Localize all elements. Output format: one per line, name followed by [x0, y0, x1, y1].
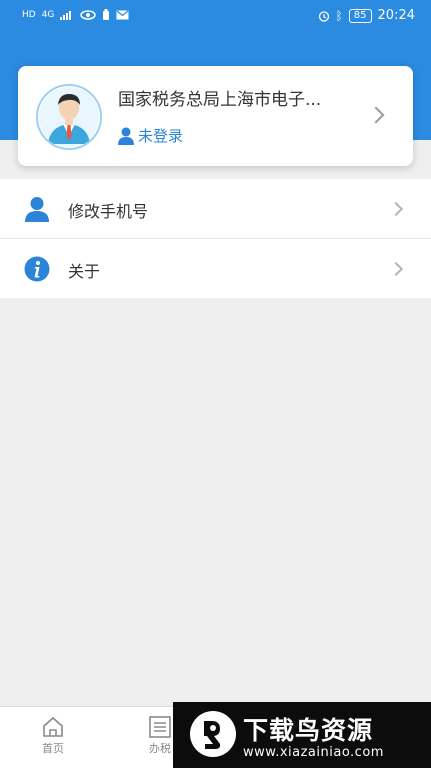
user-icon — [25, 197, 49, 222]
battery-level: 85 — [348, 8, 372, 23]
avatar — [36, 84, 102, 150]
nav-label: 办税 — [149, 742, 171, 755]
eye-icon — [80, 10, 97, 20]
nav-label: 首页 — [42, 742, 64, 755]
watermark-title: 下载鸟资源 — [243, 716, 374, 745]
list-icon — [149, 716, 171, 738]
login-status-label: 未登录 — [138, 127, 184, 145]
nav-tab-home[interactable]: 首页 — [23, 715, 83, 763]
person-avatar-icon — [39, 87, 99, 147]
menu-item-about[interactable]: 关于 — [0, 239, 431, 298]
watermark-banner: 下载鸟资源 www.xiazainiao.com — [173, 702, 431, 768]
status-indicators: HD 4G — [22, 9, 129, 21]
battery-mini-icon — [103, 9, 110, 20]
bird-logo-icon — [204, 721, 221, 749]
status-time: 20:24 — [377, 8, 415, 23]
menu-item-label: 修改手机号 — [68, 202, 149, 221]
settings-menu: 修改手机号 关于 — [0, 179, 431, 298]
watermark-logo — [190, 711, 236, 757]
network-indicator: 4G — [41, 10, 55, 20]
chevron-right-icon — [367, 106, 385, 124]
chevron-right-icon — [388, 201, 404, 217]
profile-card[interactable]: 国家税务总局上海市电子... 未登录 — [18, 66, 413, 166]
chevron-right-icon — [388, 261, 404, 277]
menu-item-label: 关于 — [68, 262, 101, 281]
status-bar: HD 4G ᛒ 85 20:24 — [0, 0, 431, 32]
login-status[interactable]: 未登录 — [118, 125, 183, 146]
signal-icon — [60, 11, 72, 20]
menu-item-change-phone[interactable]: 修改手机号 — [0, 179, 431, 239]
info-icon — [24, 256, 50, 282]
mail-icon — [116, 10, 129, 20]
watermark-url: www.xiazainiao.com — [243, 745, 384, 760]
profile-title: 国家税务总局上海市电子... — [118, 90, 322, 110]
alarm-icon — [318, 10, 329, 22]
status-right: ᛒ 85 20:24 — [318, 8, 415, 23]
user-icon — [118, 127, 134, 145]
hd-indicator: HD — [22, 10, 36, 20]
home-icon — [43, 716, 63, 737]
bluetooth-icon: ᛒ — [335, 8, 343, 23]
